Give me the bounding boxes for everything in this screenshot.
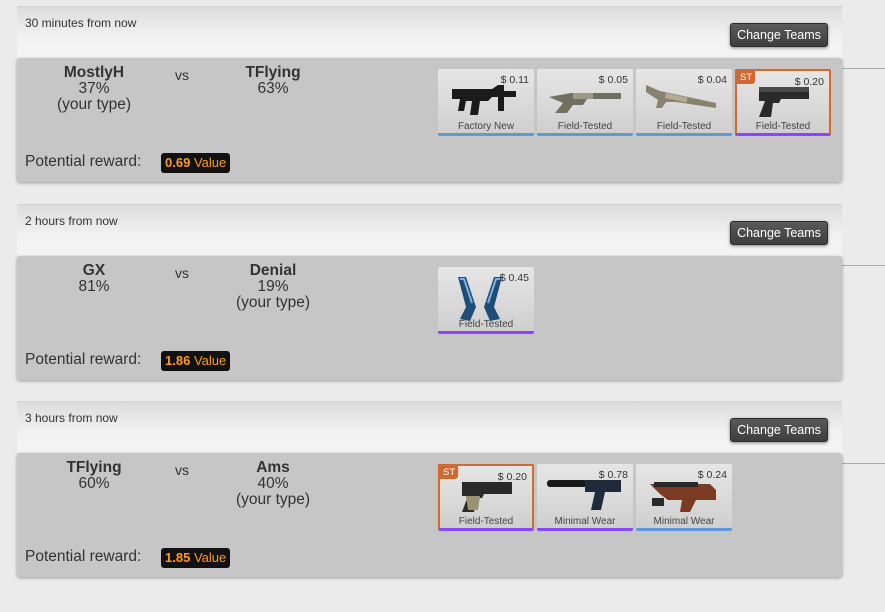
team-percentage: 37%	[78, 80, 110, 97]
item-wear: Minimal Wear	[554, 516, 616, 527]
item-wear: Field-Tested	[458, 319, 514, 330]
team-percentage: 81%	[78, 278, 110, 295]
item-card[interactable]: $ 0.45 Field-Tested	[438, 267, 534, 334]
item-card[interactable]: $ 0.78 Minimal Wear	[537, 464, 633, 531]
item-wear: Minimal Wear	[653, 516, 715, 527]
reward-label: Potential reward:	[25, 548, 142, 565]
reward-value: 1.85	[165, 550, 191, 565]
team-percentage: 19%	[257, 278, 289, 295]
item-price: $ 0.78	[598, 469, 628, 481]
your-type-label: (your type)	[56, 96, 132, 113]
reward-unit: Value	[193, 155, 227, 170]
item-card[interactable]: $ 0.04 Field-Tested	[636, 69, 732, 136]
change-teams-button[interactable]: Change Teams	[730, 221, 828, 245]
item-wear: Field-Tested	[557, 121, 613, 132]
team-percentage: 60%	[78, 475, 110, 492]
item-wear: Field-Tested	[656, 121, 712, 132]
match-time: 3 hours from now	[25, 411, 118, 425]
team-b[interactable]: Ams 40% (your type)	[203, 460, 343, 508]
match-header: 2 hours from now Change Teams	[17, 204, 842, 256]
team-a[interactable]: TFlying 60%	[24, 460, 164, 492]
change-teams-button[interactable]: Change Teams	[730, 23, 828, 47]
team-name: GX	[82, 262, 106, 279]
vs-label: vs	[175, 462, 189, 478]
your-type-label: (your type)	[235, 294, 311, 311]
reward-label: Potential reward:	[25, 153, 142, 170]
item-card[interactable]: $ 0.24 Minimal Wear	[636, 464, 732, 531]
match-body: GX 81% vs Denial 19% (your type) $ 0.45 …	[17, 256, 842, 380]
reward-value: 0.69	[165, 155, 191, 170]
divider	[842, 463, 885, 464]
your-type-label: (your type)	[235, 491, 311, 508]
item-card[interactable]: $ 0.11 Factory New	[438, 69, 534, 136]
team-a[interactable]: MostlyH 37% (your type)	[24, 65, 164, 113]
vs-label: vs	[175, 67, 189, 83]
item-price: $ 0.24	[697, 469, 727, 481]
team-b[interactable]: TFlying 63%	[203, 65, 343, 97]
item-wear: Factory New	[457, 121, 515, 132]
team-b[interactable]: Denial 19% (your type)	[203, 263, 343, 311]
match-body: TFlying 60% vs Ams 40% (your type) ST $ …	[17, 453, 842, 577]
item-price: $ 0.11	[500, 74, 529, 86]
match-time: 2 hours from now	[25, 214, 118, 228]
match-body: MostlyH 37% (your type) vs TFlying 63% $…	[17, 58, 842, 182]
team-percentage: 63%	[257, 80, 289, 97]
reward-unit: Value	[193, 353, 227, 368]
item-price: $ 0.04	[697, 74, 727, 86]
reward-unit: Value	[193, 550, 227, 565]
item-list: $ 0.11 Factory New $ 0.05 Field-Tested $…	[438, 69, 831, 136]
item-price: $ 0.45	[499, 272, 529, 284]
reward-value-badge: 0.69 Value	[161, 153, 231, 173]
reward-value-badge: 1.85 Value	[161, 548, 231, 568]
item-list: $ 0.45 Field-Tested	[438, 267, 534, 334]
team-name: TFlying	[245, 64, 301, 81]
divider	[842, 265, 885, 266]
item-list: ST $ 0.20 Field-Tested $ 0.78 Minimal We…	[438, 464, 732, 531]
item-price: $ 0.05	[598, 74, 628, 86]
team-name: Denial	[249, 262, 297, 279]
change-teams-button[interactable]: Change Teams	[730, 418, 828, 442]
match-header: 30 minutes from now Change Teams	[17, 6, 842, 58]
reward-value: 1.86	[165, 353, 191, 368]
item-price: $ 0.20	[497, 471, 527, 483]
team-a[interactable]: GX 81%	[24, 263, 164, 295]
team-name: Ams	[256, 459, 290, 476]
team-name: MostlyH	[63, 64, 125, 81]
team-percentage: 40%	[257, 475, 289, 492]
reward-label: Potential reward:	[25, 351, 142, 368]
item-card[interactable]: ST $ 0.20 Field-Tested	[735, 69, 831, 136]
item-wear: Field-Tested	[458, 516, 514, 527]
divider	[842, 68, 885, 69]
item-price: $ 0.20	[794, 76, 824, 88]
team-name: TFlying	[66, 459, 122, 476]
reward-value-badge: 1.86 Value	[161, 351, 231, 371]
vs-label: vs	[175, 265, 189, 281]
item-card[interactable]: $ 0.05 Field-Tested	[537, 69, 633, 136]
match-time: 30 minutes from now	[25, 16, 137, 30]
item-wear: Field-Tested	[755, 121, 811, 132]
match-header: 3 hours from now Change Teams	[17, 401, 842, 453]
item-card[interactable]: ST $ 0.20 Field-Tested	[438, 464, 534, 531]
